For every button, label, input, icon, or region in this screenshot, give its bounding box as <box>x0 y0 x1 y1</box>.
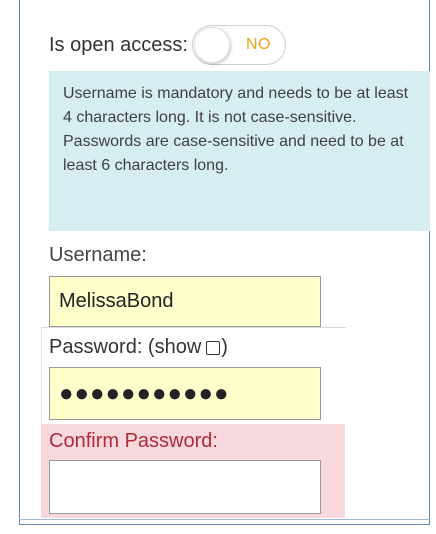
password-input[interactable]: ●●●●●●●●●●● <box>49 367 321 420</box>
show-password-checkbox[interactable] <box>206 340 221 355</box>
confirm-password-input[interactable] <box>49 460 321 514</box>
password-label: Password: (show <box>49 336 202 358</box>
confirm-password-label: Confirm Password: <box>49 430 218 452</box>
password-label-close: ) <box>221 336 228 358</box>
toggle-knob[interactable] <box>193 27 230 63</box>
toggle-state-text: NO <box>245 36 271 53</box>
username-label: Username: <box>49 244 147 266</box>
password-label-row: Password: (show ) <box>49 336 228 359</box>
username-input[interactable]: MelissaBond <box>49 276 321 327</box>
open-access-toggle[interactable]: NO <box>191 25 286 65</box>
divider <box>19 519 430 520</box>
open-access-row: Is open access: NO <box>49 25 286 65</box>
info-message: Username is mandatory and needs to be at… <box>49 71 430 231</box>
open-access-label: Is open access: <box>49 33 188 56</box>
